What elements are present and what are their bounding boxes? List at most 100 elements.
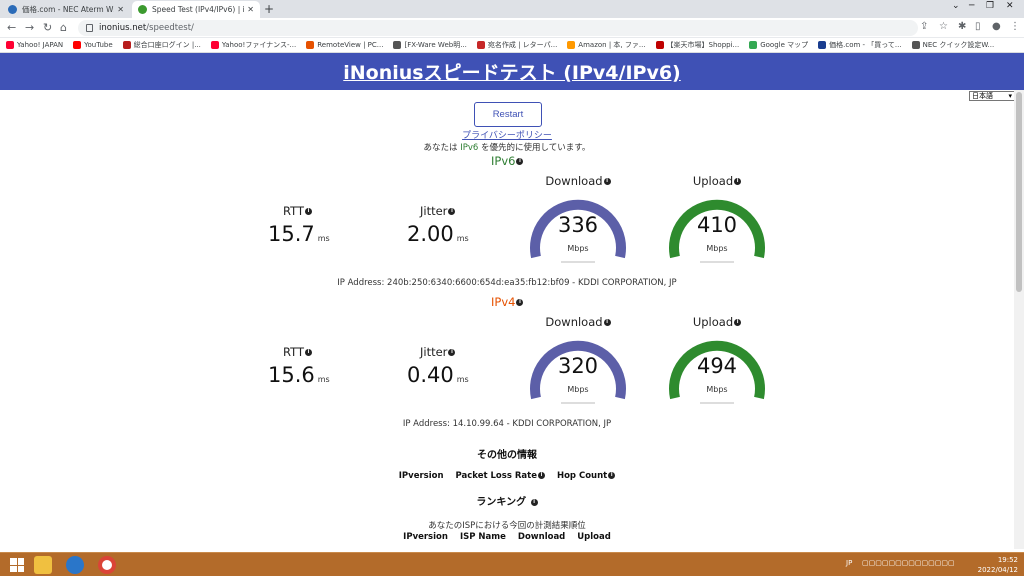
ipv4-ip-address: IP Address: 14.10.99.64 - KDDI CORPORATI…	[402, 419, 612, 429]
gauge-value: 494	[696, 354, 738, 378]
close-icon[interactable]: ✕	[117, 5, 124, 14]
remoteview-icon	[306, 41, 315, 49]
page-title[interactable]: iNoniusスピードテスト (IPv4/IPv6)	[343, 58, 680, 85]
chevron-down-icon: ▾	[1008, 92, 1012, 100]
url-path: /speedtest/	[146, 23, 194, 33]
bookmarks-bar: Yahoo! JAPAN YouTube 総合口座ログイン |... Yahoo…	[0, 38, 1024, 53]
bookmark-item[interactable]: 【楽天市場】Shoppi...	[655, 40, 739, 50]
url-host: inonius.net	[99, 23, 147, 33]
scrollbar-thumb[interactable]	[1016, 92, 1022, 292]
info-icon[interactable]: i	[603, 178, 611, 185]
restore-icon[interactable]: ❐	[986, 1, 994, 11]
gauge-value: 320	[557, 354, 599, 378]
bookmark-item[interactable]: YouTube	[73, 41, 113, 49]
info-icon[interactable]: i	[530, 498, 538, 506]
sidebar-icon[interactable]: ▯	[975, 21, 981, 32]
rakuten-icon	[655, 41, 664, 49]
info-icon[interactable]: i	[608, 472, 616, 479]
info-icon[interactable]: i	[448, 208, 456, 215]
other-info-title: その他の情報	[477, 450, 537, 461]
forward-icon[interactable]: →	[25, 21, 34, 34]
bookmark-item[interactable]: 宛名作成 | レターパ...	[476, 40, 557, 50]
ipv4-upload-gauge: Upload i 494 Mbps	[662, 315, 772, 415]
tab-search-icon[interactable]: ⌄	[952, 1, 960, 11]
info-icon[interactable]: i	[448, 349, 456, 356]
ipv4-rtt-value: 15.6 ms	[268, 363, 330, 387]
ranking-description: あなたのISPにおける今回の計測結果順位	[428, 521, 586, 531]
info-icon[interactable]: i	[734, 319, 742, 326]
tab-title: 価格.com - NEC Aterm WX54...	[22, 5, 114, 14]
system-clock[interactable]: 19:52 2022/04/12	[978, 555, 1018, 575]
letterpack-icon	[476, 41, 485, 49]
gauge-progress-bar	[700, 402, 734, 404]
bank-icon	[122, 41, 131, 49]
restart-button[interactable]: Restart	[474, 102, 542, 127]
gauge-progress-bar	[561, 261, 595, 263]
home-icon[interactable]: ⌂	[60, 21, 67, 34]
info-icon[interactable]: i	[603, 319, 611, 326]
tab-kakaku[interactable]: 価格.com - NEC Aterm WX54... ✕	[2, 1, 130, 18]
ipv6-jitter-label: Jitter i	[420, 204, 456, 218]
gauge-progress-bar	[561, 402, 595, 404]
ime-indicator[interactable]: JP	[846, 559, 852, 567]
address-bar-row: ← → ↻ ⌂ inonius.net /speedtest/ ⇪ ☆ ✱ ▯ …	[0, 18, 1024, 38]
ipv4-jitter-value: 0.40 ms	[407, 363, 469, 387]
info-icon[interactable]: i	[537, 472, 545, 479]
bookmark-item[interactable]: RemoteView | PC...	[306, 41, 383, 49]
bookmark-item[interactable]: Google マップ	[749, 40, 808, 50]
file-explorer-icon[interactable]	[34, 556, 52, 574]
back-icon[interactable]: ←	[7, 21, 16, 34]
extensions-icon[interactable]: ✱	[958, 21, 966, 32]
bookmark-item[interactable]: 価格.com - 「買って...	[818, 40, 902, 50]
new-tab-button[interactable]: +	[264, 2, 274, 16]
page-content: iNoniusスピードテスト (IPv4/IPv6) 日本語 ▾ Restart…	[0, 53, 1024, 549]
gauge-unit: Mbps	[567, 244, 589, 253]
youtube-icon	[73, 41, 82, 49]
tab-title: Speed Test (IPv4/IPv6) | iNo...	[152, 5, 244, 14]
ipv4-title: IPv4 i	[491, 295, 524, 309]
url-bar[interactable]: inonius.net /speedtest/	[78, 20, 918, 36]
info-icon[interactable]: i	[305, 208, 313, 215]
minimize-icon[interactable]: ─	[969, 1, 974, 11]
close-icon[interactable]: ✕	[247, 5, 254, 14]
bookmark-star-icon[interactable]: ☆	[939, 21, 948, 32]
amazon-icon	[567, 41, 576, 49]
reload-icon[interactable]: ↻	[43, 21, 52, 34]
column-header: Packet Loss Rate i	[456, 471, 545, 481]
gauge-label: Upload i	[662, 315, 772, 329]
gauge-label: Download i	[523, 315, 633, 329]
language-select[interactable]: 日本語 ▾	[969, 91, 1015, 101]
ipv6-upload-gauge: Upload i 410 Mbps	[662, 174, 772, 274]
bookmark-item[interactable]: 総合口座ログイン |...	[122, 40, 201, 50]
tray-icons[interactable]: ▢▢▢▢▢▢▢▢▢▢▢▢▢▢	[862, 559, 955, 567]
gauge-value: 410	[696, 213, 738, 237]
info-icon[interactable]: i	[734, 178, 742, 185]
privacy-policy-link[interactable]: プライバシーポリシー	[0, 128, 1014, 141]
info-icon[interactable]: i	[516, 299, 524, 306]
window-close-icon[interactable]: ✕	[1006, 1, 1014, 11]
column-header: ISP Name	[459, 532, 506, 542]
bookmark-item[interactable]: Amazon | 本, ファ...	[567, 40, 646, 50]
ipv6-title: IPv6 i	[491, 154, 524, 168]
info-icon[interactable]: i	[305, 349, 313, 356]
info-icon[interactable]: i	[516, 158, 524, 165]
tab-speedtest[interactable]: Speed Test (IPv4/IPv6) | iNo... ✕	[132, 1, 260, 18]
ranking-columns: IPversion ISP Name Download Upload	[0, 532, 1014, 542]
ipv6-jitter-value: 2.00 ms	[407, 222, 469, 246]
mail-icon[interactable]	[66, 556, 84, 574]
bookmark-item[interactable]: Yahoo! JAPAN	[6, 41, 63, 49]
bookmark-item[interactable]: [FX-Ware Web明...	[393, 40, 467, 50]
screen: 価格.com - NEC Aterm WX54... ✕ Speed Test …	[0, 0, 1024, 576]
kakaku-favicon-icon	[8, 5, 17, 14]
gauge-unit: Mbps	[706, 385, 728, 394]
windows-start-icon[interactable]	[10, 558, 24, 572]
menu-icon[interactable]: ⋮	[1010, 21, 1020, 32]
other-info-columns: IPversion Packet Loss Rate i Hop Count i	[0, 471, 1014, 481]
share-icon[interactable]: ⇪	[920, 21, 928, 32]
page-scrollbar[interactable]	[1014, 90, 1024, 549]
bookmark-item[interactable]: Yahoo!ファイナンス-...	[210, 40, 296, 50]
profile-avatar[interactable]: ●	[992, 21, 1001, 32]
bookmark-item[interactable]: NEC クイック設定W...	[911, 40, 994, 50]
chrome-icon[interactable]	[98, 556, 116, 574]
gauge-value: 336	[557, 213, 599, 237]
